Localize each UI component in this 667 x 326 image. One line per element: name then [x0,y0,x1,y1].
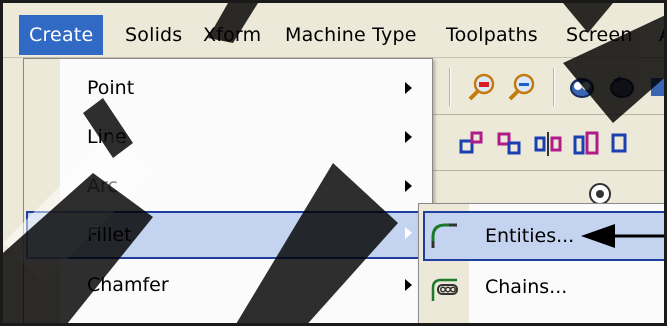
menu-truncated[interactable]: A [649,15,664,55]
xform-mirror-icon[interactable] [493,127,527,161]
xform-translate-icon[interactable] [455,127,489,161]
menu-machine-type[interactable]: Machine Type [275,15,427,55]
toolbar-separator [553,68,555,106]
menu-item-arc[interactable]: Arc [26,164,430,208]
menu-create[interactable]: Create [19,15,104,55]
xform-rotate-icon[interactable] [531,127,565,161]
fillet-entities-icon [429,220,459,248]
zoom-window-icon[interactable] [465,70,499,104]
menu-item-point[interactable]: Point [26,66,430,110]
toolbar-row-view [433,59,664,115]
toolbar-row-xform [433,115,664,171]
create-menu-dropdown: Point Line Arc Fillet Chamfer [23,58,433,323]
menu-xform[interactable]: Xform [193,15,271,55]
menu-item-label: Arc [87,175,118,197]
application-window: Create Solids Xform Machine Type Toolpat… [0,0,667,326]
submenu-arrow-icon [405,279,412,291]
menu-bar: Create Solids Xform Machine Type Toolpat… [3,3,664,58]
callout-arrow-icon [581,224,664,248]
menu-toolpaths[interactable]: Toolpaths [436,15,548,55]
menu-item-label: Line [87,126,127,148]
zoom-out-icon[interactable] [505,70,539,104]
submenu-item-chains[interactable]: Chains... [423,264,664,310]
menu-item-chamfer[interactable]: Chamfer [26,263,430,307]
submenu-arrow-icon [405,180,412,192]
menu-item-label: Fillet [87,224,132,246]
fillet-chains-icon [429,273,459,301]
submenu-arrow-icon [405,227,412,239]
submenu-arrow-icon [405,82,412,94]
submenu-item-label: Chains... [485,276,568,298]
toolbar-separator [449,68,451,106]
xform-offset-icon[interactable] [607,127,641,161]
view-extra-icon[interactable] [645,70,664,104]
menu-item-label: Point [87,77,135,99]
menu-screen[interactable]: Screen [556,15,643,55]
submenu-arrow-icon [405,131,412,143]
menu-solids[interactable]: Solids [115,15,192,55]
menu-item-fillet[interactable]: Fillet [26,211,430,259]
submenu-item-label: Entities... [485,225,575,247]
menu-item-line[interactable]: Line [26,115,430,159]
menu-item-label: Chamfer [87,274,169,296]
xform-scale-icon[interactable] [569,127,603,161]
dynamic-rotate-icon[interactable] [605,70,639,104]
rotate-view-icon[interactable] [565,70,599,104]
